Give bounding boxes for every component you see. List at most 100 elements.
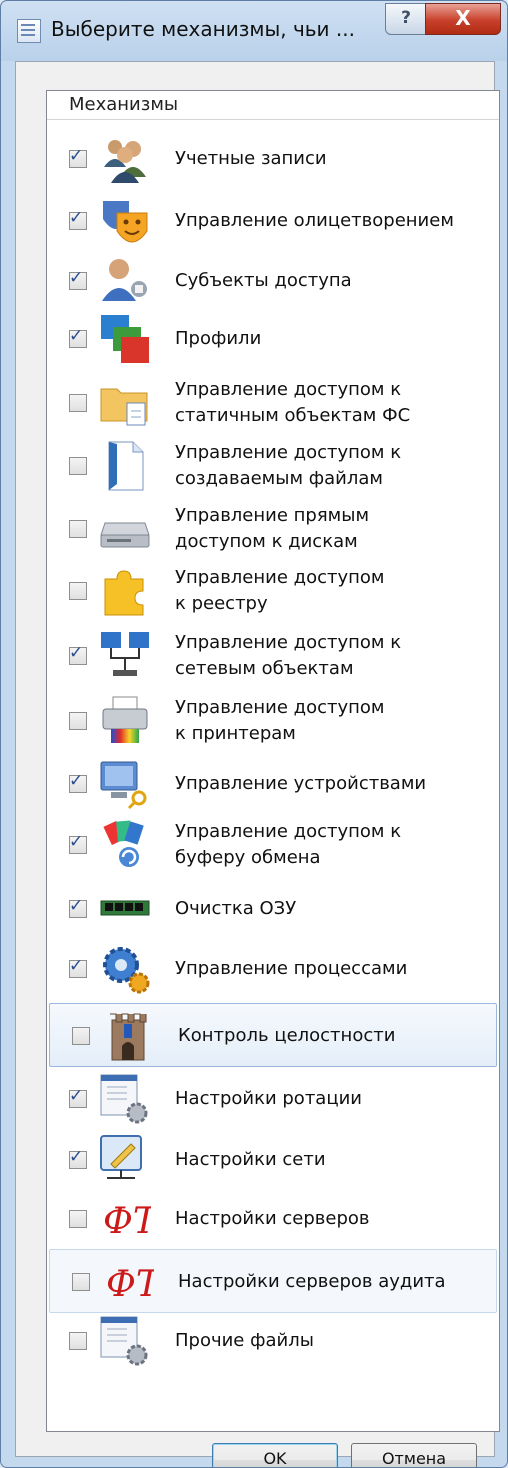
mechanism-label: Управление доступом к создаваемым файлам — [175, 440, 401, 492]
mechanism-row[interactable]: ✓ Настройки ротации — [47, 1067, 499, 1131]
mechanism-row[interactable]: ✓ Учетные записи — [47, 127, 499, 191]
mechanism-row[interactable]: ✓ Управление доступом к буферу обмена — [47, 813, 499, 877]
mechanism-row[interactable]: ✓ Управление процессами — [47, 937, 499, 1001]
checkmark-icon: ✓ — [69, 956, 84, 976]
mechanism-label: Управление доступом к статичным объектам … — [175, 377, 410, 429]
mechanism-checkbox[interactable]: ✓ — [69, 208, 87, 230]
memory-module-icon — [99, 883, 151, 935]
mechanism-row[interactable]: ✓ Управление олицетворением — [47, 189, 499, 253]
mechanism-row[interactable]: ФТ Настройки серверов — [47, 1187, 499, 1251]
mechanism-checkbox[interactable] — [72, 1027, 90, 1045]
mechanism-label-line1: Управление доступом — [175, 697, 385, 718]
mechanism-checkbox[interactable]: ✓ — [69, 1147, 87, 1169]
mechanism-checkbox[interactable]: ✓ — [69, 326, 87, 348]
list-header-label: Механизмы — [69, 94, 179, 115]
mechanism-checkbox[interactable]: ✓ — [69, 896, 87, 918]
checkmark-icon: ✓ — [69, 1086, 84, 1106]
mechanism-checkbox[interactable] — [69, 712, 87, 730]
computer-key-icon — [99, 758, 151, 810]
title-bar[interactable]: Выберите механизмы, чьи ... ? X — [1, 1, 507, 61]
mechanism-row[interactable]: ✓ Очистка ОЗУ — [47, 877, 499, 941]
mechanism-checkbox[interactable] — [69, 394, 87, 412]
mechanism-row[interactable]: Управление доступом к статичным объектам … — [47, 371, 499, 435]
mechanism-label: Учетные записи — [175, 148, 327, 169]
mechanism-label: Настройки ротации — [175, 1088, 362, 1109]
folder-file-icon — [99, 377, 151, 429]
mechanism-label: Очистка ОЗУ — [175, 898, 297, 919]
checkmark-icon: ✓ — [69, 268, 84, 288]
server-logo-icon: ФТ — [102, 1256, 163, 1308]
mechanism-label-line2: создаваемым файлам — [175, 468, 383, 489]
mechanism-checkbox[interactable]: ✓ — [69, 956, 87, 978]
cancel-button[interactable]: Отмена — [351, 1443, 477, 1467]
app-icon — [17, 19, 41, 43]
mechanism-label: Управление доступом к реестру — [175, 565, 385, 617]
user-wrench-icon — [99, 255, 151, 307]
checkmark-icon: ✓ — [69, 771, 84, 791]
mechanism-checkbox[interactable]: ✓ — [69, 268, 87, 290]
mechanism-label-line1: Управление доступом к — [175, 632, 402, 653]
mechanism-row[interactable]: ФТ Настройки серверов аудита — [49, 1249, 497, 1313]
mechanism-checkbox[interactable]: ✓ — [69, 146, 87, 168]
printer-icon — [99, 695, 151, 747]
mechanism-checkbox[interactable] — [72, 1273, 90, 1291]
mechanism-label-line2: сетевым объектам — [175, 658, 354, 679]
ok-button[interactable]: OK — [212, 1443, 338, 1467]
mechanism-label: Управление доступом к принтерам — [175, 695, 385, 747]
mechanism-label: Управление устройствами — [175, 773, 427, 794]
users-icon — [99, 133, 151, 185]
clipboard-cards-icon — [99, 819, 151, 871]
server-logo-icon: ФТ — [99, 1193, 160, 1245]
theater-masks-icon — [99, 195, 151, 247]
mechanism-checkbox[interactable] — [69, 1210, 87, 1228]
mechanism-checkbox[interactable] — [69, 520, 87, 538]
mechanism-label-line2: статичным объектам ФС — [175, 405, 411, 426]
castle-tower-icon — [102, 1010, 154, 1062]
mechanism-row[interactable]: ✓ Управление доступом к сетевым объектам — [47, 624, 499, 688]
mechanism-checkbox[interactable] — [69, 457, 87, 475]
mechanism-label-line2: к реестру — [175, 593, 268, 614]
mechanism-label: Управление доступом к буферу обмена — [175, 819, 401, 871]
mechanism-row[interactable]: Управление доступом к создаваемым файлам — [47, 434, 499, 498]
mechanism-label-line1: Управление доступом к — [175, 379, 402, 400]
mechanism-label: Субъекты доступа — [175, 270, 352, 291]
mechanism-row[interactable]: ✓ Настройки сети — [47, 1128, 499, 1192]
mechanism-label: Управление процессами — [175, 958, 408, 979]
dialog-window: Выберите механизмы, чьи ... ? X Механизм… — [0, 0, 508, 1468]
mechanism-checkbox[interactable]: ✓ — [69, 832, 87, 854]
mechanism-row[interactable]: ✓ Управление устройствами — [47, 752, 499, 816]
mechanism-label: Управление прямым доступом к дискам — [175, 503, 369, 555]
mechanism-label: Прочие файлы — [175, 1330, 314, 1351]
mechanisms-list[interactable]: Механизмы ✓ Учетные записи ✓ Управление оли… — [46, 90, 500, 1432]
mechanism-label: Управление доступом к сетевым объектам — [175, 630, 401, 682]
mechanism-checkbox[interactable] — [69, 582, 87, 600]
mechanism-row[interactable]: Управление доступом к принтерам — [47, 689, 499, 753]
mechanism-row[interactable]: Управление доступом к реестру — [47, 559, 499, 623]
svg-text:ФТ: ФТ — [106, 1264, 154, 1305]
network-icon — [99, 630, 151, 682]
svg-text:ФТ: ФТ — [103, 1201, 151, 1242]
mechanism-row[interactable]: Контроль целостности — [49, 1003, 497, 1067]
mechanism-label: Настройки серверов — [175, 1208, 370, 1229]
new-file-icon — [99, 440, 151, 492]
mechanism-row[interactable]: Прочие файлы — [47, 1309, 499, 1373]
mechanism-row[interactable]: Управление прямым доступом к дискам — [47, 497, 499, 561]
mechanism-row[interactable]: ✓ Профили — [47, 307, 499, 371]
mechanism-label-line1: Управление прямым — [175, 505, 370, 526]
mechanism-checkbox[interactable]: ✓ — [69, 643, 87, 665]
checkmark-icon: ✓ — [69, 208, 84, 228]
network-pencil-icon — [99, 1134, 151, 1186]
settings-document-icon — [99, 1073, 151, 1125]
close-button[interactable]: X — [425, 3, 501, 35]
mechanism-checkbox[interactable] — [69, 1332, 87, 1350]
list-column-header[interactable]: Механизмы — [47, 91, 499, 120]
dialog-client-area: Механизмы ✓ Учетные записи ✓ Управление оли… — [15, 61, 500, 1467]
help-button[interactable]: ? — [385, 3, 427, 35]
mechanism-checkbox[interactable]: ✓ — [69, 771, 87, 793]
checkmark-icon: ✓ — [69, 326, 84, 346]
gears-icon — [99, 943, 151, 995]
mechanism-row[interactable]: ✓ Субъекты доступа — [47, 249, 499, 313]
mechanism-label-line1: Управление доступом к — [175, 821, 402, 842]
mechanism-label: Контроль целостности — [178, 1025, 396, 1046]
mechanism-checkbox[interactable]: ✓ — [69, 1086, 87, 1108]
